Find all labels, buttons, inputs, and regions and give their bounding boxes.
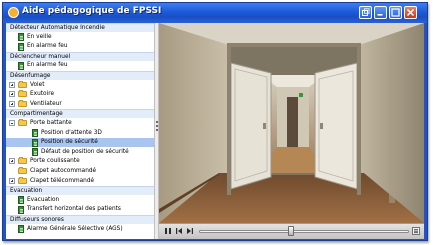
tree-item-label: En alarme feu	[27, 43, 68, 50]
tree-item-label: Exutoire	[30, 91, 55, 98]
tree-item-label: Evacuation	[27, 196, 60, 203]
tree-item[interactable]: Ventilateur	[6, 99, 154, 109]
tree-item[interactable]: Exutoire	[6, 90, 154, 99]
tree-item[interactable]: Clapet télécommandé	[6, 176, 154, 186]
tree-item-label: Porte coulissante	[30, 158, 80, 165]
close-icon	[406, 8, 415, 17]
tree-item-label: Volet	[30, 81, 45, 88]
tree-item[interactable]: Clapet autocommandé	[6, 167, 154, 176]
tree-item[interactable]: Evacuation	[6, 196, 154, 205]
navigation-tree: Détecteur Automatique Incendie En veille E…	[6, 23, 154, 239]
document-icon	[18, 42, 24, 51]
seek-bar[interactable]	[199, 230, 409, 233]
document-icon	[18, 205, 24, 214]
maximize-button[interactable]	[389, 6, 402, 19]
tree-item-label: Position d'attente 3D	[41, 129, 102, 136]
tree-item[interactable]: Transfert horizontal des patients	[6, 205, 154, 214]
tree-item[interactable]: Porte battante	[6, 119, 154, 128]
app-help-icon	[8, 7, 19, 18]
expand-icon[interactable]	[9, 177, 15, 184]
grip-dot	[156, 129, 158, 131]
client-area: Détecteur Automatique Incendie En veille E…	[6, 23, 424, 239]
tree-item-label: Clapet télécommandé	[30, 177, 95, 184]
tree-item-label: Transfert horizontal des patients	[27, 206, 121, 213]
grip-dot	[156, 121, 158, 123]
folder-icon	[18, 90, 27, 98]
expand-icon[interactable]	[9, 158, 15, 165]
video-frame	[159, 23, 424, 223]
close-button[interactable]	[404, 6, 417, 19]
tree-item-label: Désenfumage	[10, 73, 51, 79]
corridor-door-scene	[159, 23, 424, 223]
tree-group-header[interactable]: Détecteur Automatique Incendie	[6, 23, 154, 32]
folder-icon	[18, 157, 27, 165]
tree-item[interactable]: En alarme feu	[6, 42, 154, 51]
next-frame-icon[interactable]	[186, 227, 194, 235]
document-icon	[18, 225, 24, 234]
tree-item-label: Porte battante	[30, 120, 72, 126]
tree-item-label: Evacuation	[10, 188, 43, 195]
document-icon	[32, 148, 38, 157]
pause-icon[interactable]	[164, 227, 172, 235]
previous-frame-icon[interactable]	[175, 227, 183, 235]
tree-item-label: Alarme Générale Sélective (AGS)	[27, 225, 123, 232]
document-icon	[18, 61, 24, 70]
expand-icon[interactable]	[9, 91, 15, 98]
tree-item[interactable]: Alarme Générale Sélective (AGS)	[6, 225, 154, 234]
media-controls	[159, 223, 424, 239]
tree-item-label: Position de sécurité	[41, 139, 98, 146]
title-bar[interactable]: Aide pédagogique de FPSSI	[3, 3, 427, 23]
window-title: Aide pédagogique de FPSSI	[22, 6, 162, 16]
tree-item-label: En alarme feu	[27, 62, 68, 69]
maximize-icon	[391, 8, 400, 17]
document-icon	[18, 196, 24, 205]
tree-group-header[interactable]: Déclencheur manuel	[6, 51, 154, 61]
document-icon	[32, 138, 38, 147]
folder-icon	[18, 99, 27, 107]
tree-group-header[interactable]: Evacuation	[6, 186, 154, 196]
tree-group-header[interactable]: Compartimentage	[6, 109, 154, 119]
app-window: Aide pédagogique de FPSSI Détecteur Auto…	[2, 2, 428, 241]
restore-button[interactable]	[359, 6, 372, 19]
expand-icon[interactable]	[9, 100, 15, 107]
tree-item-label: Diffuseurs sonores	[10, 217, 64, 223]
tree-item[interactable]: Défaut de position de sécurité	[6, 148, 154, 157]
menu-icon[interactable]	[412, 227, 420, 235]
tree-item-label: Détecteur Automatique Incendie	[10, 25, 105, 31]
tree-item-label: Défaut de position de sécurité	[41, 148, 129, 155]
tree-item[interactable]: Volet	[6, 80, 154, 90]
tree-item[interactable]: Porte coulissante	[6, 157, 154, 166]
restore-icon	[362, 8, 370, 16]
tree-group-header[interactable]: Diffuseurs sonores	[6, 215, 154, 224]
folder-icon	[18, 176, 27, 184]
tree-item-label: Compartimentage	[10, 111, 63, 118]
tree-item[interactable]: En veille	[6, 33, 154, 42]
minimize-icon	[377, 14, 383, 16]
tree-item[interactable]: En alarme feu	[6, 61, 154, 70]
expand-icon[interactable]	[9, 81, 15, 88]
tree-item[interactable]: Position de sécurité	[6, 138, 154, 148]
grip-dot	[156, 125, 158, 127]
seek-thumb[interactable]	[288, 226, 295, 236]
folder-icon	[18, 119, 27, 126]
collapse-icon[interactable]	[9, 120, 15, 126]
tree-item[interactable]: Position d'attente 3D	[6, 129, 154, 138]
tree-item-label: Ventilateur	[30, 100, 62, 107]
document-icon	[18, 33, 24, 42]
document-icon	[32, 129, 38, 138]
tree-item-label: Déclencheur manuel	[10, 53, 71, 60]
minimize-button[interactable]	[374, 6, 387, 19]
tree-item-label: Clapet autocommandé	[30, 168, 97, 174]
tree-group-header[interactable]: Désenfumage	[6, 71, 154, 80]
tree-item-label: En veille	[27, 33, 52, 40]
folder-icon	[18, 80, 27, 88]
folder-icon	[18, 167, 27, 174]
